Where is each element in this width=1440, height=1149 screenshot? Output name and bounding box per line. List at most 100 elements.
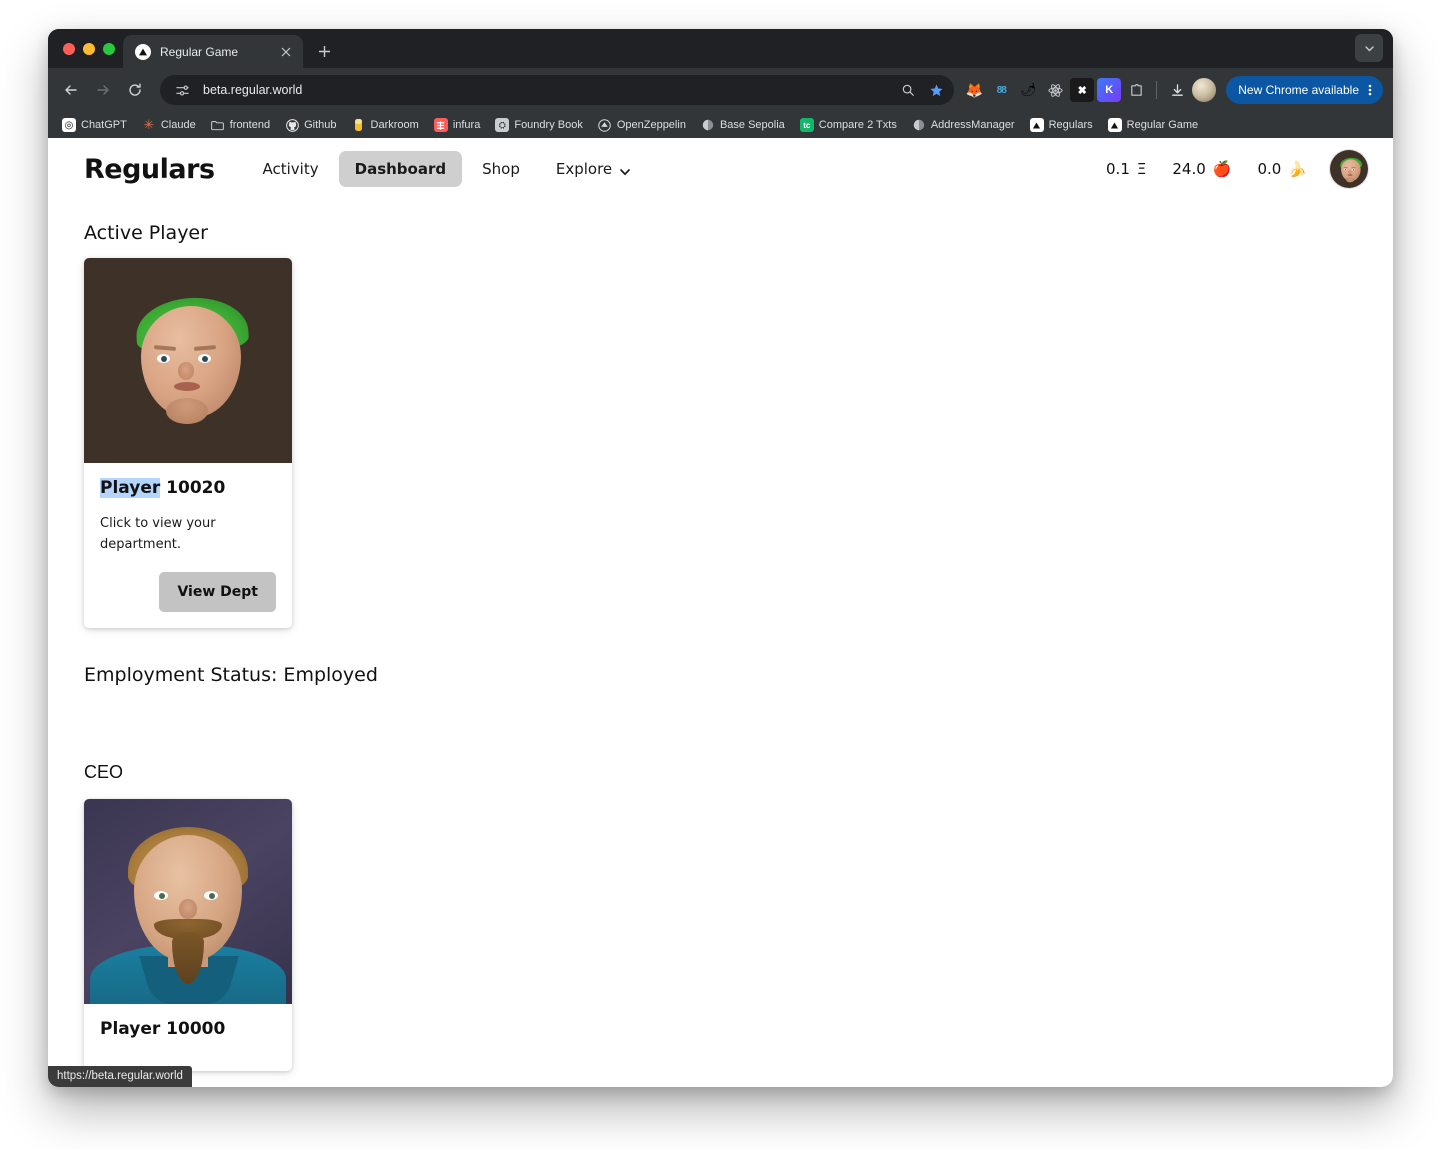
bookmark-github[interactable]: Github xyxy=(279,115,342,135)
x-extension-icon[interactable]: ✖ xyxy=(1070,78,1095,102)
active-player-card[interactable]: Player 10020 Click to view your departme… xyxy=(84,258,292,628)
stat-eth-balance: 0.1 Ξ xyxy=(1106,160,1146,178)
reload-button[interactable] xyxy=(120,75,150,105)
stat-value: 0.0 xyxy=(1257,160,1282,178)
player-card-body: Player 10020 Click to view your departme… xyxy=(84,463,292,628)
tab-strip: Regular Game xyxy=(48,29,1393,68)
nav-label: Explore xyxy=(555,160,613,178)
brand-logo[interactable]: Regulars xyxy=(84,154,215,185)
close-window-button[interactable] xyxy=(63,42,75,55)
nav-item-activity[interactable]: Activity xyxy=(247,151,335,187)
chevron-down-icon xyxy=(619,164,630,175)
zoom-search-icon[interactable] xyxy=(896,78,920,102)
bookmark-regulars[interactable]: Regulars xyxy=(1024,115,1099,135)
toolbar-divider xyxy=(1156,81,1158,99)
bookmarks-bar: ◎ ChatGPT ✳ Claude frontend Github Darkr… xyxy=(48,112,1393,138)
browser-tab[interactable]: Regular Game xyxy=(123,35,303,68)
bookmark-star-icon[interactable] xyxy=(924,78,948,102)
tab-close-icon[interactable] xyxy=(277,43,295,61)
bookmark-openzeppelin[interactable]: OpenZeppelin xyxy=(592,115,692,135)
nav-label: Shop xyxy=(482,160,520,178)
browser-profile-avatar[interactable] xyxy=(1192,78,1217,102)
bookmark-compare-2-txts[interactable]: tc Compare 2 Txts xyxy=(794,115,903,135)
forward-button[interactable] xyxy=(88,75,118,105)
extensions-puzzle-icon[interactable] xyxy=(1124,78,1148,102)
address-bar-actions xyxy=(896,78,948,102)
window-traffic-lights xyxy=(57,29,123,68)
dashboard-content: Active Player Player 10020 Click to view… xyxy=(48,222,1393,1087)
address-bar-url: beta.regular.world xyxy=(203,83,303,97)
main-nav: Activity Dashboard Shop Explore xyxy=(247,151,647,187)
nav-item-shop[interactable]: Shop xyxy=(466,151,536,187)
bookmark-infura[interactable]: infura xyxy=(428,115,487,135)
regular-game-triangle-icon xyxy=(1107,118,1122,132)
tab-search-chevron-down-icon[interactable] xyxy=(1355,34,1383,62)
minimize-window-button[interactable] xyxy=(83,42,95,55)
ceo-card-title-number: 10000 xyxy=(166,1018,226,1039)
stat-apple-balance: 24.0 🍎 xyxy=(1172,160,1231,178)
compare-txts-icon: tc xyxy=(799,118,814,132)
bookmark-label: Regulars xyxy=(1048,119,1093,131)
bookmark-base-sepolia[interactable]: Base Sepolia xyxy=(695,115,791,135)
claude-icon: ✳ xyxy=(143,117,155,132)
extension-icons: 🦊 88 🌶 ✖ K xyxy=(962,78,1217,102)
bookmark-label: Base Sepolia xyxy=(719,119,785,131)
avatar-artwork xyxy=(1330,150,1368,188)
bookmark-frontend-folder[interactable]: frontend xyxy=(205,115,276,135)
darkroom-icon xyxy=(352,118,366,132)
tab-favicon-icon xyxy=(135,43,151,60)
browser-window: Regular Game beta.regular.world 🦊 88 🌶 ✖… xyxy=(48,29,1393,1087)
player-card-title-prefix: Player xyxy=(100,478,161,498)
back-button[interactable] xyxy=(56,75,86,105)
stat-value: 24.0 xyxy=(1172,160,1206,178)
rabby-extension-icon[interactable]: 88 xyxy=(989,78,1013,102)
bookmark-foundry-book[interactable]: ⛭ Foundry Book xyxy=(489,115,588,135)
currency-stats: 0.1 Ξ 24.0 🍎 0.0 🍌 xyxy=(1106,160,1307,178)
nav-item-dashboard[interactable]: Dashboard xyxy=(338,151,463,187)
stat-value: 0.1 xyxy=(1106,160,1130,178)
active-player-heading: Active Player xyxy=(84,222,208,244)
kiwi-extension-icon[interactable]: K xyxy=(1097,78,1122,102)
site-settings-tune-icon[interactable] xyxy=(170,78,194,102)
employment-status: Employment Status: Employed xyxy=(84,663,378,686)
player-card-description: Click to view your department. xyxy=(100,516,216,552)
github-icon xyxy=(285,118,299,132)
tab-title: Regular Game xyxy=(160,44,239,59)
metamask-extension-icon[interactable]: 🦊 xyxy=(962,78,986,102)
openzeppelin-icon xyxy=(598,118,612,132)
chatgpt-icon: ◎ xyxy=(62,118,76,132)
downloads-icon[interactable] xyxy=(1165,78,1189,102)
browser-toolbar: beta.regular.world 🦊 88 🌶 ✖ K New Chrome… xyxy=(48,68,1393,112)
ceo-heading: CEO xyxy=(84,761,124,782)
new-tab-button[interactable] xyxy=(310,37,338,65)
chrome-menu-kebab-icon[interactable] xyxy=(1363,83,1377,98)
player-card-title: Player 10020 xyxy=(100,478,276,498)
sushiswap-extension-icon[interactable]: 🌶 xyxy=(1016,78,1040,102)
ceo-card-title-prefix: Player xyxy=(100,1018,161,1039)
ceo-portrait-image xyxy=(84,798,292,1004)
bookmark-label: Compare 2 Txts xyxy=(818,119,897,131)
bookmark-chatgpt[interactable]: ◎ ChatGPT xyxy=(56,115,133,135)
bookmark-label: AddressManager xyxy=(930,119,1015,131)
maximize-window-button[interactable] xyxy=(103,42,115,55)
user-avatar[interactable] xyxy=(1329,149,1369,189)
react-devtools-extension-icon[interactable] xyxy=(1043,78,1067,102)
bookmark-claude[interactable]: ✳ Claude xyxy=(136,115,202,135)
bookmark-label: OpenZeppelin xyxy=(616,119,686,131)
bookmark-regular-game[interactable]: Regular Game xyxy=(1102,115,1205,135)
view-dept-button[interactable]: View Dept xyxy=(159,571,276,612)
apple-icon: 🍎 xyxy=(1212,160,1232,178)
bookmark-label: Github xyxy=(304,119,337,131)
base-sepolia-icon xyxy=(701,118,715,132)
chrome-update-button[interactable]: New Chrome available xyxy=(1226,76,1383,104)
bookmark-address-manager[interactable]: AddressManager xyxy=(906,115,1021,135)
ceo-card-body: Player 10000 xyxy=(84,1004,292,1071)
ceo-card-title: Player 10000 xyxy=(100,1019,276,1039)
nav-item-explore[interactable]: Explore xyxy=(540,151,646,187)
bookmark-label: ChatGPT xyxy=(81,119,127,131)
banana-icon: 🍌 xyxy=(1288,160,1307,178)
ethereum-icon: Ξ xyxy=(1136,160,1147,178)
address-bar[interactable]: beta.regular.world xyxy=(160,75,955,105)
ceo-card[interactable]: Player 10000 xyxy=(84,798,292,1071)
bookmark-darkroom[interactable]: Darkroom xyxy=(346,115,425,135)
